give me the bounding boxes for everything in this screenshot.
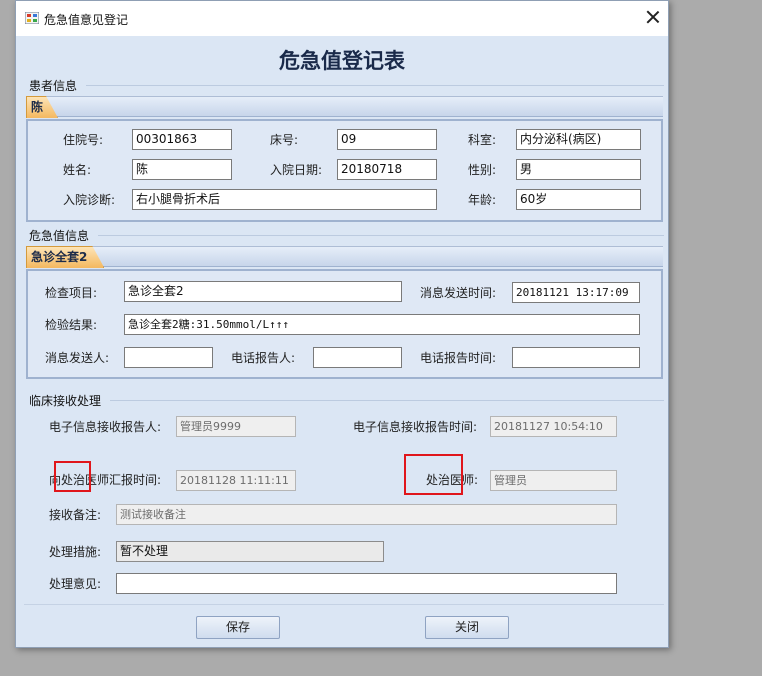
- critical-group-divider: [98, 235, 664, 236]
- window-title: 危急值意见登记: [44, 13, 129, 27]
- tab-patient-name[interactable]: 陈: [26, 96, 58, 118]
- form-title: 危急值登记表: [279, 49, 405, 73]
- admission-date-label: 入院日期:: [270, 163, 323, 177]
- critical-group-title: 危急值信息: [29, 229, 90, 243]
- patient-tabstrip: 陈: [26, 96, 663, 117]
- opinion-label: 处理意见:: [49, 577, 102, 591]
- critical-tabstrip: 急诊全套2: [26, 246, 663, 267]
- age-label: 年龄:: [468, 193, 497, 207]
- send-time-label: 消息发送时间:: [420, 286, 497, 300]
- age-field[interactable]: 60岁: [516, 189, 641, 210]
- bed-no-field[interactable]: 09: [337, 129, 437, 150]
- name-label: 姓名:: [63, 163, 92, 177]
- sender-field[interactable]: [124, 347, 213, 368]
- measure-label: 处理措施:: [49, 545, 102, 559]
- send-time-field[interactable]: 20181121 13:17:09: [512, 282, 640, 303]
- e-receiver-label: 电子信息接收报告人:: [49, 420, 162, 434]
- clinical-group-divider: [110, 400, 664, 401]
- e-receive-time-label: 电子信息接收报告时间:: [353, 420, 478, 434]
- admission-no-label: 住院号:: [63, 133, 104, 147]
- critical-panel: 检查项目: 急诊全套2 消息发送时间: 20181121 13:17:09 检验…: [26, 269, 663, 379]
- gender-field[interactable]: 男: [516, 159, 641, 180]
- doctor-field[interactable]: 管理员: [490, 470, 617, 491]
- footer-divider: [24, 604, 664, 605]
- dialog-window: 危急值意见登记 危急值登记表 患者信息 陈 住院号: 00301863 床号: …: [15, 0, 669, 648]
- exam-item-field[interactable]: 急诊全套2: [124, 281, 402, 302]
- phone-time-field[interactable]: [512, 347, 640, 368]
- admission-no-field[interactable]: 00301863: [132, 129, 232, 150]
- report-time-field[interactable]: 20181128 11:11:11: [176, 470, 296, 491]
- phone-reporter-field[interactable]: [313, 347, 402, 368]
- e-receiver-field[interactable]: 管理员9999: [176, 416, 296, 437]
- patient-panel: 住院号: 00301863 床号: 09 科室: 内分泌科(病区) 姓名: 陈 …: [26, 119, 663, 222]
- result-label: 检验结果:: [45, 318, 98, 332]
- save-button[interactable]: 保存: [196, 616, 280, 639]
- close-window-icon[interactable]: [640, 5, 666, 31]
- exam-item-label: 检查项目:: [45, 286, 98, 300]
- diagnosis-label: 入院诊断:: [63, 193, 116, 207]
- highlight-box-left: [54, 461, 91, 492]
- highlight-box-right: [404, 454, 463, 495]
- department-label: 科室:: [468, 133, 497, 147]
- name-field[interactable]: 陈: [132, 159, 232, 180]
- e-receive-time-field[interactable]: 20181127 10:54:10: [490, 416, 617, 437]
- measure-select[interactable]: 暂不处理: [116, 541, 384, 562]
- bed-no-label: 床号:: [270, 133, 299, 147]
- phone-time-label: 电话报告时间:: [420, 351, 497, 365]
- app-form-icon: [25, 12, 39, 24]
- gender-label: 性别:: [468, 163, 497, 177]
- department-field[interactable]: 内分泌科(病区): [516, 129, 641, 150]
- opinion-field[interactable]: [116, 573, 617, 594]
- sender-label: 消息发送人:: [45, 351, 110, 365]
- patient-group-divider: [86, 85, 664, 86]
- phone-reporter-label: 电话报告人:: [231, 351, 296, 365]
- diagnosis-field[interactable]: 右小腿骨折术后: [132, 189, 437, 210]
- remark-label: 接收备注:: [49, 508, 102, 522]
- close-button[interactable]: 关闭: [425, 616, 509, 639]
- admission-date-field[interactable]: 20180718: [337, 159, 437, 180]
- remark-field[interactable]: 测试接收备注: [116, 504, 617, 525]
- patient-group-title: 患者信息: [29, 79, 78, 93]
- title-bar: 危急值意见登记: [16, 1, 668, 36]
- result-field[interactable]: 急诊全套2糖:31.50mmol/L↑↑↑: [124, 314, 640, 335]
- tab-exam-item[interactable]: 急诊全套2: [26, 246, 104, 268]
- clinical-group-title: 临床接收处理: [29, 394, 102, 408]
